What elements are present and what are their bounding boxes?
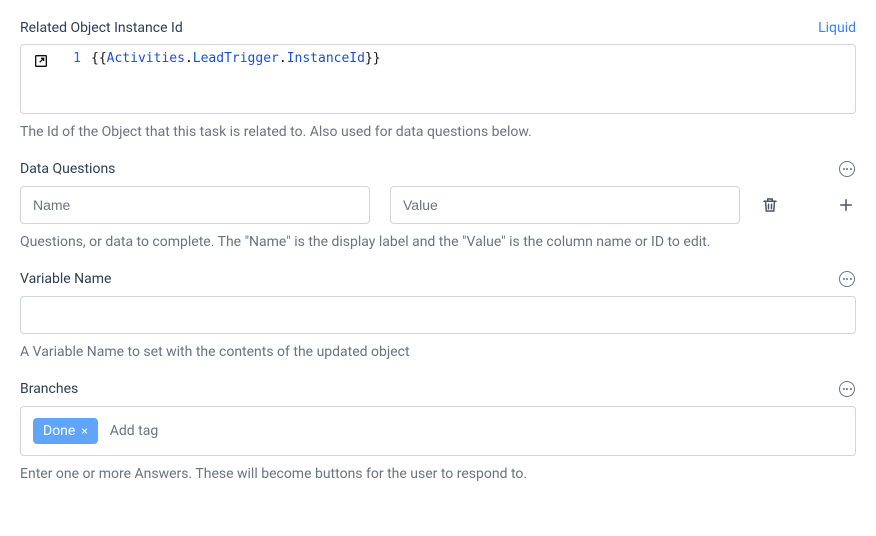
liquid-link[interactable]: Liquid — [818, 20, 856, 36]
data-questions-section: Data Questions Questions, or data to com… — [20, 160, 856, 250]
variable-name-helper: A Variable Name to set with the contents… — [20, 344, 856, 360]
trash-icon[interactable] — [760, 195, 780, 215]
variable-name-options-icon[interactable] — [838, 270, 856, 288]
code-editor[interactable]: 1 {{Activities.LeadTrigger.InstanceId}} — [20, 44, 856, 114]
code-line: {{Activities.LeadTrigger.InstanceId}} — [91, 51, 381, 107]
branches-section: Branches Done × Add tag Enter one or mor… — [20, 380, 856, 482]
data-questions-helper: Questions, or data to complete. The "Nam… — [20, 234, 856, 250]
branches-helper: Enter one or more Answers. These will be… — [20, 466, 856, 482]
data-questions-label: Data Questions — [20, 161, 115, 177]
data-questions-row — [20, 186, 856, 224]
tag-done-label: Done — [43, 423, 75, 439]
line-number: 1 — [63, 51, 81, 107]
related-object-header: Related Object Instance Id Liquid — [20, 20, 856, 36]
variable-name-section: Variable Name A Variable Name to set wit… — [20, 270, 856, 360]
popout-icon[interactable] — [33, 53, 49, 69]
branches-options-icon[interactable] — [838, 380, 856, 398]
code-gutter — [21, 45, 61, 113]
dq-value-input[interactable] — [390, 186, 740, 224]
variable-name-input[interactable] — [20, 296, 856, 334]
tag-done-remove-icon[interactable]: × — [81, 425, 87, 437]
add-tag-placeholder[interactable]: Add tag — [110, 423, 158, 439]
branches-label: Branches — [20, 381, 78, 397]
branches-header: Branches — [20, 380, 856, 398]
tag-done[interactable]: Done × — [33, 418, 98, 444]
code-body[interactable]: 1 {{Activities.LeadTrigger.InstanceId}} — [61, 45, 855, 113]
branches-tag-box[interactable]: Done × Add tag — [20, 406, 856, 456]
plus-icon[interactable] — [836, 195, 856, 215]
variable-name-header: Variable Name — [20, 270, 856, 288]
related-object-section: Related Object Instance Id Liquid 1 {{Ac… — [20, 20, 856, 140]
related-object-label: Related Object Instance Id — [20, 20, 183, 36]
related-object-helper: The Id of the Object that this task is r… — [20, 124, 856, 140]
variable-name-label: Variable Name — [20, 271, 111, 287]
data-questions-header: Data Questions — [20, 160, 856, 178]
dq-name-input[interactable] — [20, 186, 370, 224]
data-questions-options-icon[interactable] — [838, 160, 856, 178]
